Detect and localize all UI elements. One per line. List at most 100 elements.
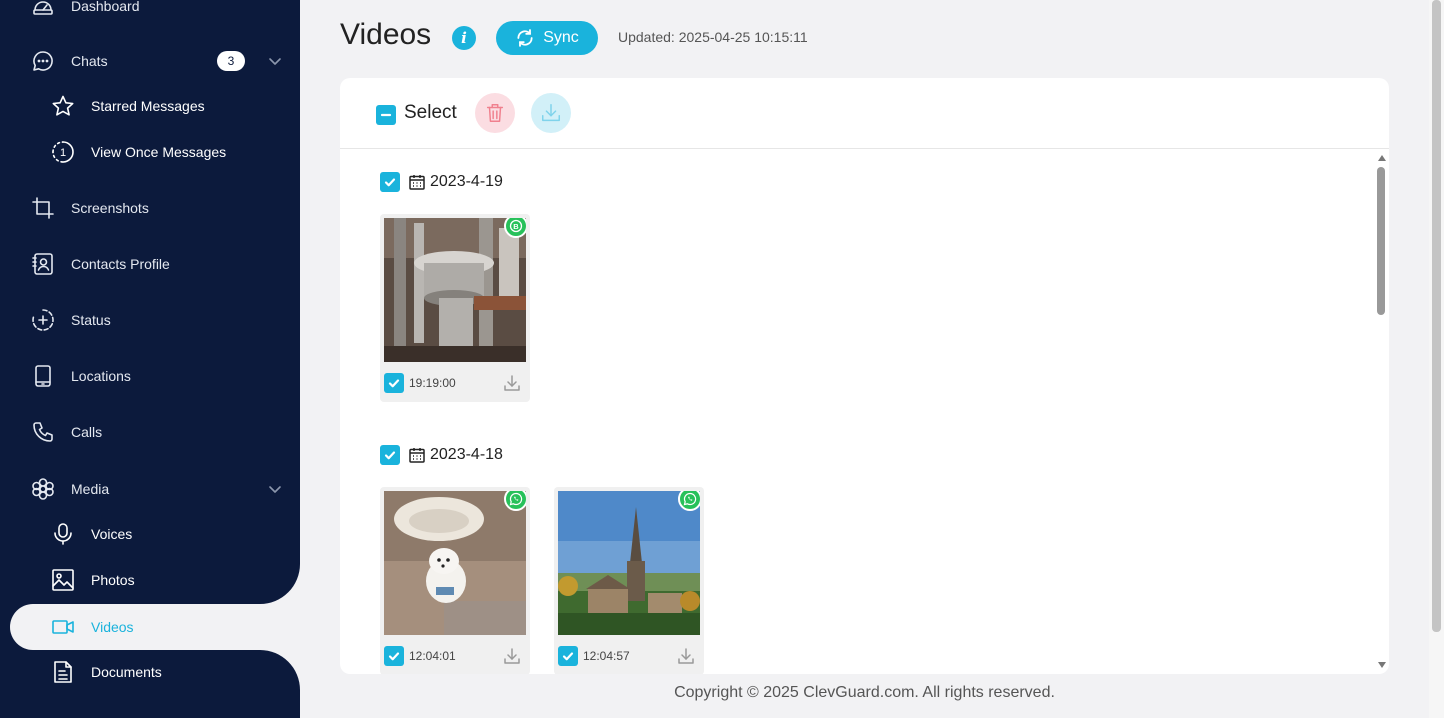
page-title: Videos [340, 18, 432, 51]
view-once-icon: 1 [50, 139, 76, 165]
scrollbar-thumb[interactable] [1377, 167, 1385, 315]
view-once-number: 1 [60, 147, 66, 159]
calendar-icon [408, 173, 426, 191]
espresso-machine-thumbnail [384, 218, 526, 362]
sidebar-item-label: Status [71, 312, 111, 328]
chevron-down-icon[interactable] [268, 482, 282, 496]
video-camera-icon [50, 614, 76, 640]
video-item[interactable]: B 19:19:00 [380, 214, 530, 402]
sidebar-item-locations[interactable]: Locations [0, 354, 300, 398]
sidebar-item-voices[interactable]: Voices [0, 512, 300, 556]
video-item-footer: 12:04:57 [558, 645, 700, 667]
video-list: 2023-4-19 B 19:19:00 2023-4-18 12:04:01 … [340, 149, 1389, 674]
sidebar-item-documents[interactable]: Documents [0, 650, 300, 694]
sidebar-item-label: View Once Messages [91, 144, 227, 160]
microphone-icon [50, 521, 76, 547]
sidebar-item-chats[interactable]: Chats 3 [0, 39, 300, 83]
sync-icon [517, 29, 533, 47]
video-item[interactable]: 12:04:57 [554, 487, 704, 674]
sidebar-item-view-once-messages[interactable]: 1 View Once Messages [0, 130, 300, 174]
video-item-checkbox[interactable] [384, 373, 404, 393]
video-time: 12:04:57 [583, 649, 630, 663]
copyright-footer: Copyright © 2025 ClevGuard.com. All righ… [674, 684, 1055, 701]
sidebar-item-label: Locations [71, 368, 131, 384]
whatsapp-business-badge-icon: B [504, 218, 526, 238]
sidebar-item-media[interactable]: Media [0, 467, 300, 511]
video-thumbnail[interactable] [558, 491, 700, 635]
date-group-checkbox[interactable] [380, 445, 400, 465]
sidebar-item-label: Dashboard [71, 0, 140, 14]
sidebar-item-starred-messages[interactable]: Starred Messages [0, 84, 300, 128]
sidebar-item-calls[interactable]: Calls [0, 410, 300, 454]
sidebar-item-contacts-profile[interactable]: Contacts Profile [0, 242, 300, 286]
sidebar-item-label: Voices [91, 526, 133, 542]
white-puppy-thumbnail [384, 491, 526, 635]
church-village-thumbnail [558, 491, 700, 635]
document-icon [50, 659, 76, 685]
sidebar-item-screenshots[interactable]: Screenshots [0, 186, 300, 230]
contact-card-icon [30, 251, 56, 277]
download-icon [542, 104, 560, 122]
scroll-up-arrow-icon[interactable] [1378, 155, 1386, 161]
video-thumbnail[interactable] [384, 491, 526, 635]
phone-call-icon [30, 419, 56, 445]
date-label: 2023-4-18 [430, 446, 503, 463]
download-icon[interactable] [676, 646, 696, 666]
toolbar: Select [340, 78, 1389, 149]
video-time: 19:19:00 [409, 376, 456, 390]
sidebar-item-label: Starred Messages [91, 98, 205, 114]
video-item-checkbox[interactable] [558, 646, 578, 666]
sync-button[interactable]: Sync [496, 21, 598, 55]
select-label: Select [404, 102, 457, 123]
sidebar-item-label: Documents [91, 664, 162, 680]
download-icon[interactable] [502, 373, 522, 393]
status-icon [30, 307, 56, 333]
image-icon [50, 567, 76, 593]
calendar-icon [408, 446, 426, 464]
sidebar-item-videos[interactable]: Videos [10, 604, 300, 650]
whatsapp-badge-icon [504, 491, 526, 511]
page-scrollbar[interactable] [1429, 0, 1444, 718]
whatsapp-business-badge-text: B [513, 222, 519, 231]
chats-count-badge: 3 [217, 51, 245, 71]
select-all-checkbox[interactable] [376, 105, 396, 125]
video-thumbnail[interactable]: B [384, 218, 526, 362]
star-icon [50, 93, 76, 119]
chevron-down-icon[interactable] [268, 54, 282, 68]
page-scrollbar-thumb[interactable] [1432, 0, 1441, 632]
sidebar-item-label: Videos [91, 619, 134, 635]
info-icon[interactable]: i [452, 26, 476, 50]
date-group-header: 2023-4-19 [380, 171, 503, 193]
updated-timestamp: Updated: 2025-04-25 10:15:11 [618, 29, 808, 45]
whatsapp-badge-icon [678, 491, 700, 511]
video-item-footer: 19:19:00 [384, 372, 526, 394]
crop-icon [30, 195, 56, 221]
trash-icon [486, 104, 504, 122]
date-group-header: 2023-4-18 [380, 444, 503, 466]
download-icon[interactable] [502, 646, 522, 666]
sidebar-item-label: Media [71, 481, 110, 497]
video-item-footer: 12:04:01 [384, 645, 526, 667]
sidebar-item-label: Screenshots [71, 200, 149, 216]
videos-panel: Select 2023-4-19 B 19:19:00 2023-4-18 12… [340, 78, 1389, 674]
sidebar-curve [260, 564, 300, 604]
video-time: 12:04:01 [409, 649, 456, 663]
delete-button[interactable] [475, 93, 515, 133]
date-group-checkbox[interactable] [380, 172, 400, 192]
phone-device-icon [30, 363, 56, 389]
video-item[interactable]: 12:04:01 [380, 487, 530, 674]
sidebar-item-label: Contacts Profile [71, 256, 170, 272]
sync-button-label: Sync [543, 29, 579, 46]
sidebar-item-label: Photos [91, 572, 135, 588]
media-flower-icon [30, 476, 56, 502]
video-item-checkbox[interactable] [384, 646, 404, 666]
sidebar-item-dashboard[interactable]: Dashboard [0, 0, 300, 28]
scroll-down-arrow-icon[interactable] [1378, 662, 1386, 668]
download-button[interactable] [531, 93, 571, 133]
sidebar: Dashboard Chats 3 Starred Messages 1 Vie… [0, 0, 300, 718]
list-scrollbar[interactable] [1375, 149, 1389, 674]
sidebar-item-photos[interactable]: Photos 3 [0, 558, 300, 602]
date-label: 2023-4-19 [430, 173, 503, 190]
chat-bubble-icon [30, 48, 56, 74]
sidebar-item-status[interactable]: Status [0, 298, 300, 342]
